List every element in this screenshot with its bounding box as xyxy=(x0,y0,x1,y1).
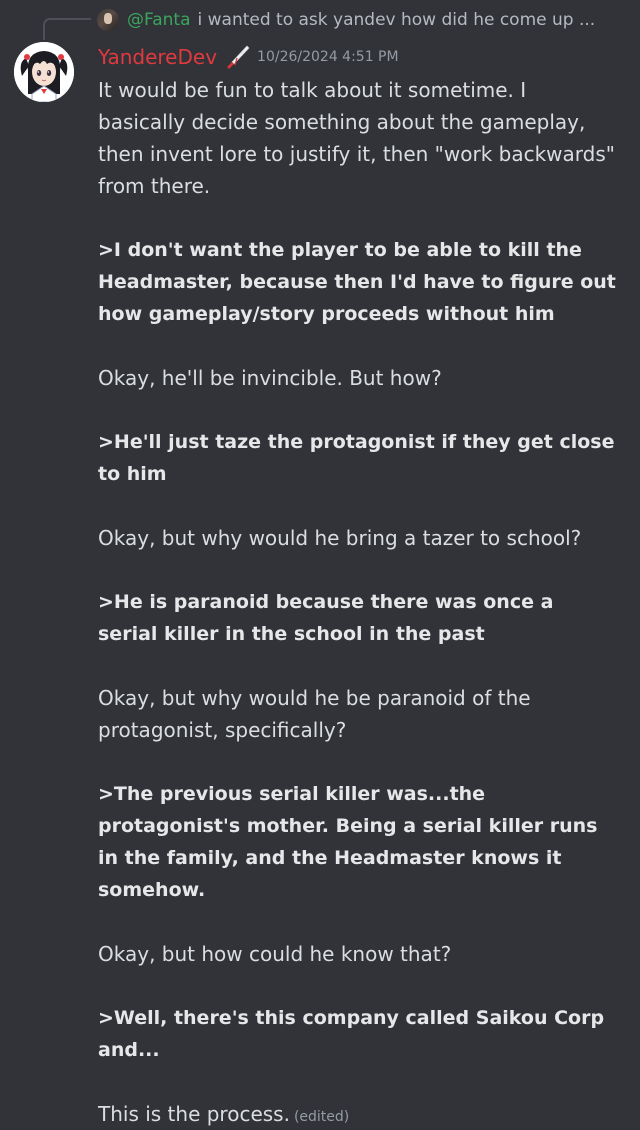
message-quote-paragraph: >Well, there's this company called Saiko… xyxy=(98,1007,605,1061)
message-quote-paragraph: >The previous serial killer was...the pr… xyxy=(98,783,598,901)
knife-icon xyxy=(227,45,250,69)
reply-avatar[interactable] xyxy=(97,9,119,31)
message-quote-paragraph: >He is paranoid because there was once a… xyxy=(98,591,554,645)
reply-preview-text[interactable]: i wanted to ask yandev how did he come u… xyxy=(198,10,596,30)
message-paragraph: Okay, but why would he be paranoid of th… xyxy=(98,686,531,742)
message-timestamp[interactable]: 10/26/2024 4:51 PM xyxy=(257,49,399,65)
message-paragraph: Okay, but how could he know that? xyxy=(98,942,452,966)
message-quote-paragraph: >I don't want the player to be able to k… xyxy=(98,239,616,325)
message-paragraph: This is the process. xyxy=(98,1102,290,1126)
avatar[interactable] xyxy=(14,42,74,102)
message-content: It would be fun to talk about it sometim… xyxy=(98,74,618,1130)
message-paragraph: Okay, he'll be invincible. But how? xyxy=(98,366,442,390)
message-final-line: This is the process. (edited) xyxy=(98,1098,618,1130)
reply-username[interactable]: @Fanta xyxy=(127,10,191,30)
message-quote-paragraph: >He'll just taze the protagonist if they… xyxy=(98,431,615,485)
message-header: YandereDev 10/26/2024 4:51 PM xyxy=(98,42,399,72)
author-name[interactable]: YandereDev xyxy=(98,45,217,69)
reply-reference[interactable]: @Fanta i wanted to ask yandev how did he… xyxy=(97,6,624,34)
edited-label[interactable]: (edited) xyxy=(294,1109,349,1125)
message-paragraph: It would be fun to talk about it sometim… xyxy=(98,78,615,198)
anime-girl-avatar-icon xyxy=(14,42,74,102)
reply-connector xyxy=(43,18,91,40)
message-paragraph: Okay, but why would he bring a tazer to … xyxy=(98,526,582,550)
